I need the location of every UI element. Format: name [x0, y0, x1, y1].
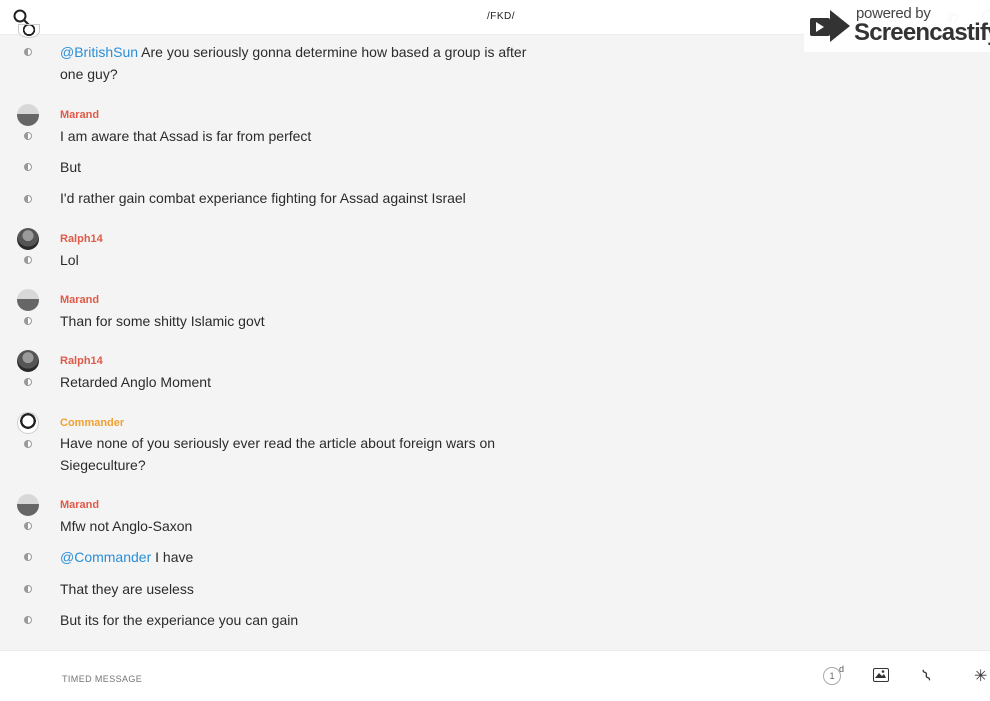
message-status-icon — [24, 256, 32, 264]
message-text: Have none of you seriously ever read the… — [60, 435, 496, 473]
message-status-icon — [24, 48, 32, 56]
avatar[interactable] — [17, 289, 39, 311]
user-mention[interactable]: @Commander — [60, 549, 151, 565]
message-status-icon — [24, 317, 32, 325]
message-status-icon — [24, 522, 32, 530]
avatar[interactable] — [17, 228, 39, 250]
message-status-icon — [24, 378, 32, 386]
message-text: Retarded Anglo Moment — [60, 374, 211, 390]
image-icon[interactable] — [873, 668, 889, 682]
message-text: Mfw not Anglo-Saxon — [60, 518, 193, 534]
message-text: I'd rather gain combat experiance fighti… — [60, 190, 466, 206]
message-text: @BritishSun Are you seriously gonna dete… — [60, 44, 527, 82]
message-author[interactable]: Ralph14 — [60, 233, 103, 245]
message-status-icon — [24, 553, 32, 561]
message-status-icon — [24, 163, 32, 171]
message-text: I am aware that Assad is far from perfec… — [60, 128, 312, 144]
avatar[interactable] — [17, 494, 39, 516]
message-status-icon — [24, 440, 32, 448]
message-status-icon — [24, 195, 32, 203]
message-text: @Commander I have — [60, 549, 194, 565]
message-status-icon — [24, 585, 32, 593]
timer-unit-label: d — [839, 664, 845, 674]
spark-icon[interactable]: ✳ — [974, 666, 987, 686]
message-author[interactable]: Marand — [60, 294, 99, 306]
avatar[interactable] — [17, 412, 39, 434]
message-author[interactable]: Marand — [60, 109, 99, 121]
message-status-icon — [24, 132, 32, 140]
message-text: Than for some shitty Islamic govt — [60, 313, 265, 329]
message-author[interactable]: Marand — [60, 499, 99, 511]
message-text: But — [60, 159, 82, 175]
message-author[interactable]: Ralph14 — [60, 355, 103, 367]
avatar[interactable] — [17, 104, 39, 126]
message-input[interactable] — [60, 669, 764, 689]
user-mention[interactable]: @BritishSun — [60, 44, 138, 60]
avatar[interactable] — [17, 350, 39, 372]
message-list: @BritishSun Are you seriously gonna dete… — [0, 0, 990, 650]
avatar[interactable] — [18, 24, 40, 38]
message-text: That they are useless — [60, 581, 194, 597]
message-text: Lol — [60, 252, 79, 268]
composer-bar — [0, 650, 990, 701]
message-author[interactable]: Commander — [60, 417, 124, 429]
message-text: But its for the experiance you can gain — [60, 612, 299, 628]
message-status-icon — [24, 616, 32, 624]
